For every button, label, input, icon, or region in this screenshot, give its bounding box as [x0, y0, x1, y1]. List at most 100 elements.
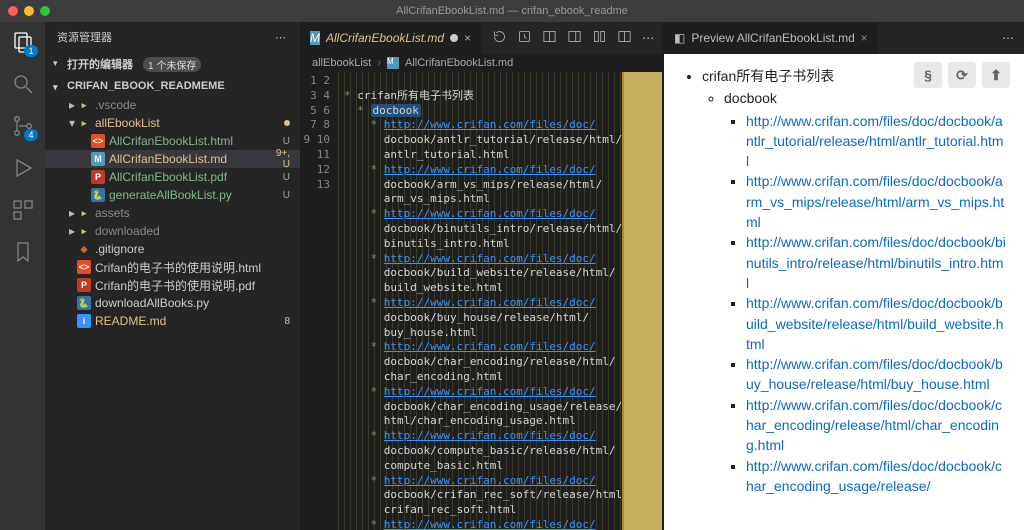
twist-icon [67, 224, 77, 238]
file-label: AllCrifanEbookList.md [109, 152, 270, 166]
preview-link-item: http://www.crifan.com/files/doc/docbook/… [746, 456, 1006, 497]
preview-tab[interactable]: ◧ Preview AllCrifanEbookList.md × [664, 22, 878, 54]
folder-icon: ▸ [77, 206, 91, 220]
breadcrumb-item[interactable]: AllCrifanEbookList.md [405, 57, 513, 69]
file-label: .vscode [95, 98, 290, 112]
close-tab-icon[interactable]: × [464, 31, 471, 45]
explorer-badge: 1 [24, 45, 37, 57]
file-icon: M [91, 152, 105, 166]
file-icon: 🐍 [91, 188, 105, 202]
editor-tab-label: AllCrifanEbookList.md [326, 31, 444, 45]
file-label: README.md [95, 314, 270, 328]
folder-row[interactable]: ▸.vscode [45, 96, 300, 114]
minimap[interactable] [622, 72, 662, 530]
preview-title: crifan所有电子书列表 [702, 68, 834, 84]
preview-link-item: http://www.crifan.com/files/doc/docbook/… [746, 293, 1006, 354]
project-root[interactable]: CRIFAN_EBOOK_READMEME [45, 76, 300, 96]
sidebar-header: 资源管理器 ⋯ [45, 22, 300, 52]
file-row[interactable]: 🐍downloadAllBooks.py [45, 294, 300, 312]
preview-link[interactable]: http://www.crifan.com/files/doc/docbook/… [746, 234, 1006, 291]
modified-dot-icon [284, 120, 290, 126]
file-row[interactable]: iREADME.md8 [45, 312, 300, 330]
editor-more-icon[interactable]: ⋯ [642, 31, 655, 45]
editor-tabs: M AllCrifanEbookList.md × ⋯ [300, 22, 662, 54]
run-debug-icon[interactable] [11, 156, 35, 180]
explorer-sidebar: 资源管理器 ⋯ 打开的编辑器 1 个未保存 CRIFAN_EBOOK_READM… [45, 22, 300, 530]
chevron-down-icon [53, 81, 61, 89]
file-row[interactable]: 🐍generateAllBookList.pyU [45, 186, 300, 204]
scm-status: U [270, 172, 290, 183]
folder-row[interactable]: ▸allEbookList [45, 114, 300, 132]
preview-icon: ◧ [674, 31, 685, 45]
diff-icon[interactable] [592, 29, 607, 47]
scm-status: 8 [270, 316, 290, 327]
file-row[interactable]: M AllCrifanEbookList.md9+, U [45, 150, 300, 168]
refresh-button[interactable]: ⟳ [948, 62, 976, 88]
preview-link-item: http://www.crifan.com/files/doc/docbook/… [746, 171, 1006, 232]
preview-group: ◧ Preview AllCrifanEbookList.md × ⋯ § ⟳ … [664, 22, 1024, 530]
file-icon: ◆ [77, 242, 91, 256]
toc-button[interactable]: § [914, 62, 942, 88]
source-control-icon[interactable]: 4 [11, 114, 35, 138]
project-name: CRIFAN_EBOOK_READMEME [67, 80, 225, 92]
file-label: AllCrifanEbookList.pdf [109, 170, 270, 184]
open-editors-section[interactable]: 打开的编辑器 1 个未保存 [45, 52, 300, 76]
line-number-gutter: 1 2 3 4 5 6 7 8 9 10 11 12 13 [300, 72, 338, 530]
file-label: downloadAllBooks.py [95, 296, 290, 310]
open-preview-icon[interactable] [567, 29, 582, 47]
breadcrumb-item[interactable]: allEbookList [312, 57, 371, 69]
modified-indicator-icon [450, 34, 458, 42]
file-row[interactable]: <> Crifan的电子书的使用说明.html [45, 258, 300, 276]
close-tab-icon[interactable]: × [861, 31, 868, 45]
open-preview-split-icon[interactable] [542, 29, 557, 47]
preview-link-item: http://www.crifan.com/files/doc/docbook/… [746, 354, 1006, 395]
file-label: Crifan的电子书的使用说明.html [95, 259, 290, 276]
folder-row[interactable]: ▸downloaded [45, 222, 300, 240]
preview-link-item: http://www.crifan.com/files/doc/docbook/… [746, 111, 1006, 172]
folder-row[interactable]: ▸ assets [45, 204, 300, 222]
preview-link[interactable]: http://www.crifan.com/files/doc/docbook/… [746, 113, 1004, 170]
go-back-icon[interactable] [492, 29, 507, 47]
editor-tab-active[interactable]: M AllCrifanEbookList.md × [300, 22, 482, 54]
scroll-top-button[interactable]: ⬆ [982, 62, 1010, 88]
timeline-icon[interactable] [517, 29, 532, 47]
file-row[interactable]: <>AllCrifanEbookList.htmlU [45, 132, 300, 150]
file-label: allEbookList [95, 116, 284, 130]
explorer-icon[interactable]: 1 [11, 30, 35, 54]
chevron-right-icon: › [377, 57, 381, 69]
file-icon: P [91, 170, 105, 184]
code-area[interactable]: * crifan所有电子书列表 * docbook * http://www.c… [338, 72, 622, 530]
preview-link[interactable]: http://www.crifan.com/files/doc/docbook/… [746, 173, 1004, 230]
chevron-down-icon [53, 57, 61, 65]
preview-tabs: ◧ Preview AllCrifanEbookList.md × ⋯ [664, 22, 1024, 54]
file-label: .gitignore [95, 242, 290, 256]
extensions-icon[interactable] [11, 198, 35, 222]
markdown-preview[interactable]: § ⟳ ⬆ crifan所有电子书列表 docbook http://www.c… [664, 54, 1024, 530]
file-label: downloaded [95, 224, 290, 238]
scm-status: 9+, U [270, 148, 290, 170]
markdown-icon: M [310, 31, 320, 45]
open-editors-badge: 1 个未保存 [143, 57, 201, 72]
preview-link-item: http://www.crifan.com/files/doc/docbook/… [746, 395, 1006, 456]
bookmark-icon[interactable] [11, 240, 35, 264]
breadcrumb[interactable]: allEbookList › M AllCrifanEbookList.md [300, 54, 662, 72]
preview-link[interactable]: http://www.crifan.com/files/doc/docbook/… [746, 356, 1003, 392]
editor-group: M AllCrifanEbookList.md × ⋯ allEbookList… [300, 22, 662, 530]
file-label: AllCrifanEbookList.html [109, 134, 270, 148]
preview-link[interactable]: http://www.crifan.com/files/doc/docbook/… [746, 397, 1002, 454]
twist-icon [67, 116, 77, 130]
editor-actions: ⋯ [482, 22, 665, 54]
sidebar-more-icon[interactable]: ⋯ [275, 31, 288, 44]
file-row[interactable]: ◆ .gitignore [45, 240, 300, 258]
file-row[interactable]: PCrifan的电子书的使用说明.pdf [45, 276, 300, 294]
preview-more-icon[interactable]: ⋯ [1002, 31, 1014, 45]
file-icon: <> [77, 260, 91, 274]
search-icon[interactable] [11, 72, 35, 96]
file-row[interactable]: P AllCrifanEbookList.pdfU [45, 168, 300, 186]
file-label: assets [95, 206, 290, 220]
preview-link[interactable]: http://www.crifan.com/files/doc/docbook/… [746, 295, 1004, 352]
editor-body[interactable]: 1 2 3 4 5 6 7 8 9 10 11 12 13 * crifan所有… [300, 72, 662, 530]
split-editor-icon[interactable] [617, 29, 632, 47]
preview-link[interactable]: http://www.crifan.com/files/doc/docbook/… [746, 458, 1002, 494]
window-title: AllCrifanEbookList.md — crifan_ebook_rea… [0, 5, 1024, 17]
